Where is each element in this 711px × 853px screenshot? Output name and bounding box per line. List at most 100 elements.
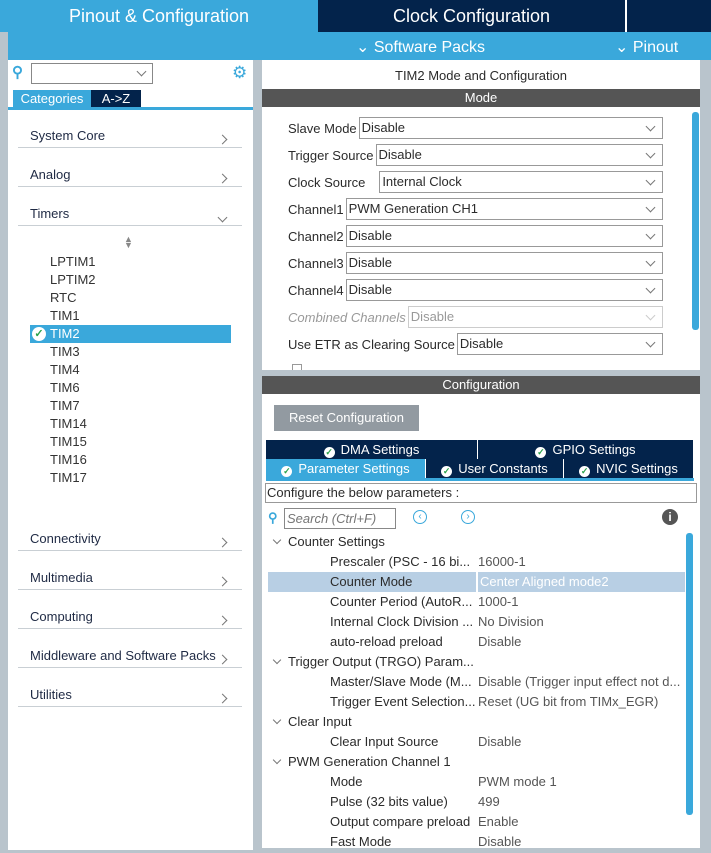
timer-item-tim15[interactable]: TIM15 xyxy=(50,434,87,449)
gear-icon[interactable]: ⚙ xyxy=(232,63,247,83)
parameter-row[interactable]: Master/Slave Mode (M... Disable (Trigger … xyxy=(268,672,685,692)
parameter-value[interactable]: PWM mode 1 xyxy=(478,772,557,792)
mode-select[interactable]: PWM Generation CH1 xyxy=(345,198,663,220)
mode-select[interactable]: Disable xyxy=(375,144,663,166)
category-connectivity[interactable]: Connectivity xyxy=(18,527,242,551)
mode-row: Channel4 Disable xyxy=(288,279,663,301)
parameter-value[interactable]: Disable xyxy=(478,732,521,752)
mode-select[interactable]: Disable xyxy=(345,279,663,301)
left-tabs: Categories A->Z xyxy=(8,90,253,110)
search-icon: ⚲ xyxy=(12,64,23,81)
timer-item-tim4[interactable]: TIM4 xyxy=(50,362,80,377)
category-multimedia[interactable]: Multimedia xyxy=(18,566,242,590)
tab-user-constants[interactable]: ✓ User Constants xyxy=(426,459,564,478)
tab-pinout-configuration[interactable]: Pinout & Configuration xyxy=(0,0,318,32)
parameter-row[interactable]: Counter Period (AutoR... 1000-1 xyxy=(268,592,685,612)
tree-group[interactable]: PWM Generation Channel 1 xyxy=(268,752,685,772)
timer-item-rtc[interactable]: RTC xyxy=(50,290,76,305)
check-icon: ✓ xyxy=(32,327,46,341)
previous-icon[interactable]: ‹ xyxy=(413,510,427,524)
parameter-value[interactable]: Enable xyxy=(478,812,518,832)
parameter-row[interactable]: Mode PWM mode 1 xyxy=(268,772,685,792)
parameter-row[interactable]: Prescaler (PSC - 16 bi... 16000-1 xyxy=(268,552,685,572)
parameter-row[interactable]: Counter Mode Center Aligned mode2 xyxy=(268,572,685,592)
timer-item-tim6[interactable]: TIM6 xyxy=(50,380,80,395)
parameter-row[interactable]: Fast Mode Disable xyxy=(268,832,685,852)
category-label: Timers xyxy=(30,206,70,221)
mode-label: Channel2 xyxy=(288,228,344,244)
timer-item-tim3[interactable]: TIM3 xyxy=(50,344,80,359)
info-icon[interactable]: i xyxy=(662,509,678,525)
category-timers[interactable]: Timers xyxy=(18,202,242,226)
timer-item-tim14[interactable]: TIM14 xyxy=(50,416,87,431)
parameter-row[interactable]: Pulse (32 bits value) 499 xyxy=(268,792,685,812)
parameter-value[interactable]: No Division xyxy=(478,612,544,632)
timer-item-tim7[interactable]: TIM7 xyxy=(50,398,80,413)
parameter-name: Master/Slave Mode (M... xyxy=(330,674,472,689)
timer-item-lptim1[interactable]: LPTIM1 xyxy=(50,254,96,269)
timer-item-tim1[interactable]: TIM1 xyxy=(50,308,80,323)
mode-value: Disable xyxy=(410,309,455,324)
tree-group[interactable]: Clear Input xyxy=(268,712,685,732)
timer-item-tim17[interactable]: TIM17 xyxy=(50,470,87,485)
parameter-value[interactable]: 499 xyxy=(478,792,500,812)
tab-a-z[interactable]: A->Z xyxy=(91,90,141,107)
parameter-name: Internal Clock Division ... xyxy=(330,614,474,629)
search-combo[interactable] xyxy=(31,63,153,84)
tab-label: User Constants xyxy=(458,461,548,476)
parameter-value[interactable]: Reset (UG bit from TIMx_EGR) xyxy=(478,692,658,712)
mode-select[interactable]: Disable xyxy=(456,333,663,355)
checkbox[interactable] xyxy=(292,364,302,370)
tab-clock-configuration[interactable]: Clock Configuration xyxy=(318,0,625,32)
chevron-down-icon xyxy=(645,256,656,267)
tab-categories[interactable]: Categories xyxy=(13,90,91,107)
category-label: Analog xyxy=(30,167,71,182)
category-computing[interactable]: Computing xyxy=(18,605,242,629)
category-analog[interactable]: Analog xyxy=(18,163,242,187)
category-middleware-and-software-packs[interactable]: Middleware and Software Packs xyxy=(18,644,242,668)
mode-value: Disable xyxy=(348,228,393,243)
tab-gpio-settings[interactable]: ✓ GPIO Settings xyxy=(478,440,694,459)
mode-select[interactable]: Disable xyxy=(358,117,663,139)
timer-item-tim16[interactable]: TIM16 xyxy=(50,452,87,467)
parameter-value[interactable]: Disable xyxy=(478,632,521,652)
mode-select[interactable]: Disable xyxy=(345,252,663,274)
pinout-menu[interactable]: ⌄ Pinout xyxy=(615,37,678,57)
mode-scrollbar[interactable] xyxy=(692,112,699,330)
parameter-row[interactable]: Output compare preload Enable xyxy=(268,812,685,832)
parameter-row[interactable]: Trigger Event Selection... Reset (UG bit … xyxy=(268,692,685,712)
parameter-row[interactable]: auto-reload preload Disable xyxy=(268,632,685,652)
parameter-scrollbar[interactable] xyxy=(686,533,693,815)
tab-dma-settings[interactable]: ✓ DMA Settings xyxy=(266,440,478,459)
tree-group[interactable]: Trigger Output (TRGO) Param... xyxy=(268,652,685,672)
category-system-core[interactable]: System Core xyxy=(18,124,242,148)
next-icon[interactable]: › xyxy=(461,510,475,524)
software-packs-menu[interactable]: ⌄ Software Packs xyxy=(356,37,485,57)
category-utilities[interactable]: Utilities xyxy=(18,683,242,707)
parameter-value[interactable]: Disable xyxy=(478,832,521,852)
parameter-value[interactable]: Disable (Trigger input effect not d... xyxy=(478,672,680,692)
chevron-down-icon xyxy=(272,655,282,665)
mode-bar: Mode xyxy=(262,89,700,107)
parameter-search-input[interactable] xyxy=(284,508,396,529)
category-label: System Core xyxy=(30,128,106,143)
tree-group[interactable]: Counter Settings xyxy=(268,532,685,552)
timer-item-lptim2[interactable]: LPTIM2 xyxy=(50,272,96,287)
chevron-down-icon xyxy=(272,755,282,765)
timer-item-tim2[interactable]: TIM2 xyxy=(50,326,80,341)
parameter-row[interactable]: Clear Input Source Disable xyxy=(268,732,685,752)
mode-select[interactable]: Disable xyxy=(345,225,663,247)
group-label: Clear Input xyxy=(288,714,352,729)
mode-row: Slave Mode Disable xyxy=(288,117,663,139)
tab-nvic-settings[interactable]: ✓ NVIC Settings xyxy=(564,459,694,478)
tab-parameter-settings[interactable]: ✓ Parameter Settings xyxy=(266,459,426,478)
sort-icon[interactable]: ▲ ▼ xyxy=(124,235,133,250)
parameter-value[interactable]: Center Aligned mode2 xyxy=(476,572,685,592)
configuration-bar: Configuration xyxy=(262,376,700,394)
mode-select[interactable]: Internal Clock xyxy=(379,171,663,193)
parameter-row[interactable]: Internal Clock Division ... No Division xyxy=(268,612,685,632)
reset-configuration-button[interactable]: Reset Configuration xyxy=(274,405,419,431)
parameter-value[interactable]: 16000-1 xyxy=(478,552,526,572)
mode-label: Channel1 xyxy=(288,201,344,217)
parameter-value[interactable]: 1000-1 xyxy=(478,592,518,612)
